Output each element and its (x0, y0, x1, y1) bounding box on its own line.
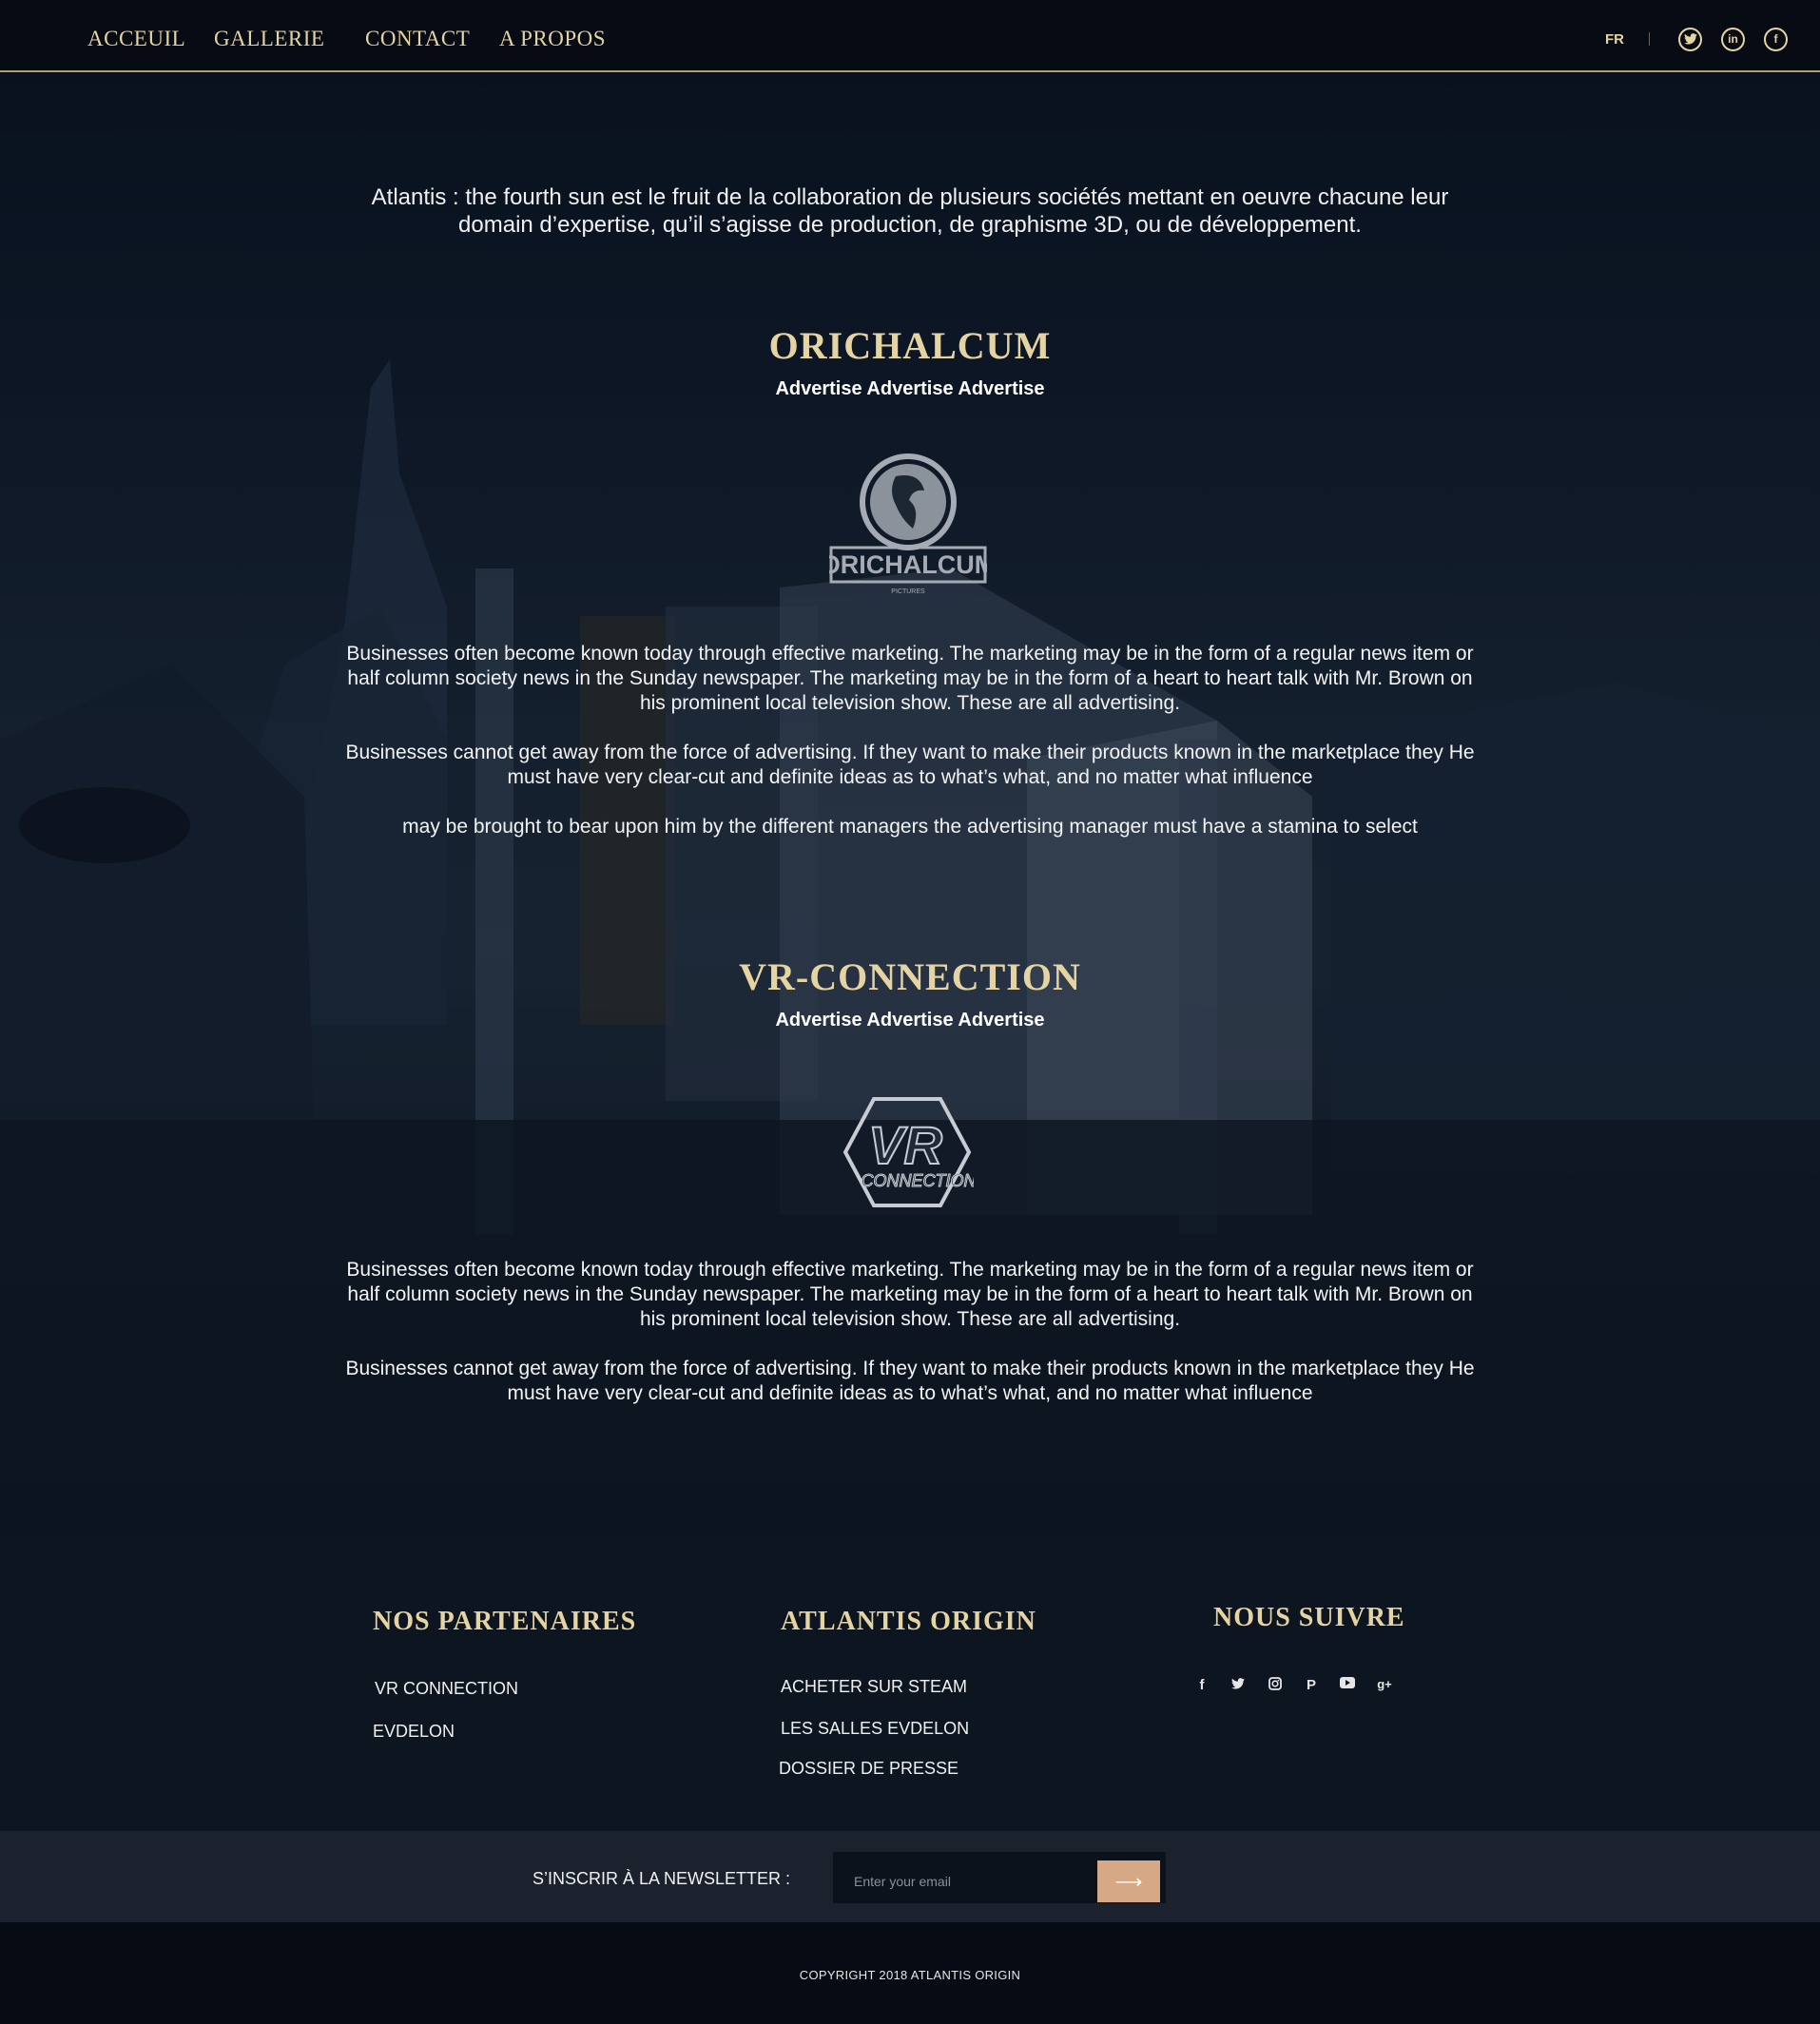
pinterest-icon[interactable]: P (1302, 1677, 1321, 1693)
footer-link-steam[interactable]: ACHETER SUR STEAM (781, 1677, 967, 1697)
newsletter-label: S’INSCRIR À LA NEWSLETTER : (532, 1869, 791, 1888)
section-subtitle-orichalcum: Advertise Advertise Advertise (775, 378, 1045, 399)
youtube-icon[interactable] (1338, 1677, 1357, 1691)
nav-right-group: FR in f (1605, 25, 1788, 53)
intro-text: Atlantis : the fourth sun est le fruit d… (371, 184, 1449, 238)
newsletter-submit-button[interactable]: ⟶ (1097, 1860, 1160, 1902)
nav-link-gallerie[interactable]: GALLERIE (214, 27, 324, 51)
nav-link-contact[interactable]: CONTACT (365, 27, 470, 51)
nav-link-acceuil[interactable]: ACCEUIL (87, 27, 185, 51)
facebook-icon[interactable]: f (1192, 1677, 1211, 1693)
twitter-icon[interactable] (1229, 1677, 1248, 1693)
footer-link-dossier-presse[interactable]: DOSSIER DE PRESSE (779, 1759, 958, 1779)
orichalcum-logo: ORICHALCUM PICTURES (829, 453, 987, 595)
language-switch[interactable]: FR (1605, 31, 1624, 48)
footer-link-salles-evdelon[interactable]: LES SALLES EVDELON (781, 1719, 969, 1739)
facebook-icon[interactable]: f (1764, 27, 1788, 51)
section-title-orichalcum: ORICHALCUM (768, 324, 1052, 367)
newsletter-form: ⟶ (833, 1852, 1166, 1903)
arrow-right-icon: ⟶ (1114, 1871, 1143, 1893)
section-title-vr-connection: VR-CONNECTION (739, 955, 1081, 998)
bottom-bar: COPYRIGHT 2018 ATLANTIS ORIGIN (0, 1922, 1820, 2024)
newsletter-email-input[interactable] (846, 1860, 1095, 1902)
orichalcum-logo-text: ORICHALCUM (829, 550, 987, 579)
footer-link-vr-connection[interactable]: VR CONNECTION (375, 1679, 518, 1699)
vr-connection-logo: VR CONNECTION (842, 1097, 975, 1207)
vr-logo-text: VR (868, 1115, 942, 1175)
orichalcum-paragraph-1: Businesses often become known today thro… (346, 643, 1474, 714)
footer-link-evdelon[interactable]: EVDELON (373, 1722, 455, 1742)
footer-title-nous-suivre: NOUS SUIVRE (1213, 1603, 1405, 1632)
footer-title-partners: NOS PARTENAIRES (373, 1607, 637, 1636)
orichalcum-paragraph-2: Businesses cannot get away from the forc… (345, 742, 1475, 788)
nav-link-a-propos[interactable]: A PROPOS (499, 27, 606, 51)
vr-connection-paragraph-2: Businesses cannot get away from the forc… (345, 1358, 1475, 1404)
hero-section: Atlantis : the fourth sun est le fruit d… (0, 74, 1820, 1536)
twitter-icon[interactable] (1678, 27, 1702, 51)
orichalcum-logo-subtext: PICTURES (891, 588, 925, 595)
vr-connection-paragraph-1: Businesses often become known today thro… (346, 1259, 1474, 1330)
section-subtitle-vr-connection: Advertise Advertise Advertise (775, 1010, 1045, 1031)
copyright-text: COPYRIGHT 2018 ATLANTIS ORIGIN (799, 1968, 1021, 1982)
instagram-icon[interactable] (1266, 1677, 1285, 1694)
orichalcum-paragraph-3: may be brought to bear upon him by the d… (402, 816, 1418, 838)
nav-divider (1649, 32, 1650, 46)
footer-title-atlantis-origin: ATLANTIS ORIGIN (781, 1607, 1036, 1636)
linkedin-icon[interactable]: in (1721, 27, 1745, 51)
google-plus-icon[interactable]: g+ (1375, 1677, 1394, 1691)
newsletter-bar: S’INSCRIR À LA NEWSLETTER : ⟶ (0, 1831, 1820, 1922)
vr-logo-subtext: CONNECTION (862, 1171, 975, 1190)
top-navbar: ACCEUIL GALLERIE CONTACT A PROPOS FR in … (0, 0, 1820, 72)
